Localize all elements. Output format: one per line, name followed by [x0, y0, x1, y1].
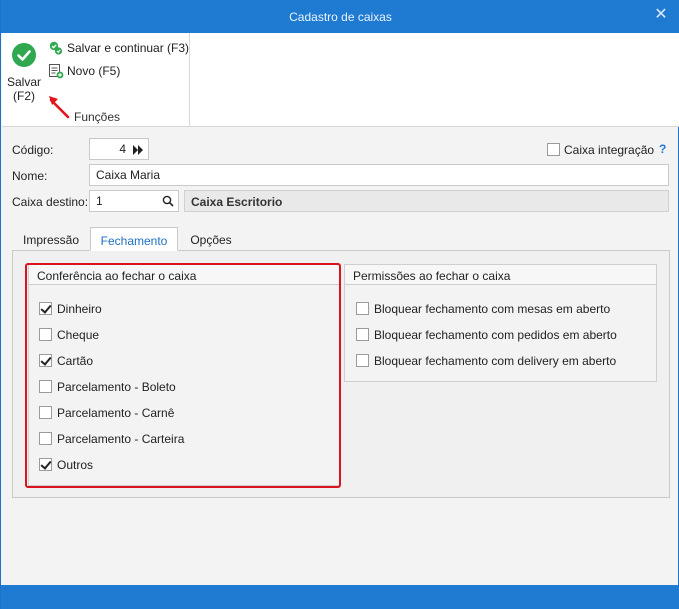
help-icon[interactable]: ?	[659, 142, 666, 156]
checkbox-parcelamento-boleto[interactable]	[39, 380, 52, 393]
codigo-input[interactable]: 4	[89, 138, 149, 160]
tab-impressao[interactable]: Impressão	[15, 227, 87, 251]
fast-forward-icon[interactable]	[133, 144, 144, 158]
new-document-icon	[48, 63, 64, 79]
tab-panel-fechamento: Conferência ao fechar o caixa Dinheiro C…	[12, 250, 670, 498]
checkbox-bloquear-delivery-label: Bloquear fechamento com delivery em aber…	[374, 354, 617, 368]
save-continue-button[interactable]: Salvar e continuar (F3)	[48, 39, 190, 57]
checkbox-outros-label: Outros	[57, 458, 94, 472]
conferencia-group: Conferência ao fechar o caixa Dinheiro C…	[28, 264, 340, 486]
checkbox-parcelamento-carne-label: Parcelamento - Carnê	[57, 406, 175, 420]
caixa-destino-input[interactable]: 1	[89, 190, 179, 212]
ribbon: Salvar (F2) Salvar e continuar (F3) Novo…	[2, 33, 679, 127]
checkbox-cartao-label: Cartão	[57, 354, 94, 368]
checkbox-dinheiro-label: Dinheiro	[57, 302, 102, 316]
window-title: Cadastro de caixas	[289, 10, 392, 24]
ribbon-group-caption: Funções	[74, 110, 121, 124]
caixa-destino-value: 1	[96, 194, 103, 208]
checkbox-bloquear-pedidos-label: Bloquear fechamento com pedidos em abert…	[374, 328, 617, 342]
checkbox-parcelamento-carteira[interactable]	[39, 432, 52, 445]
permissoes-group: Permissões ao fechar o caixa Bloquear fe…	[344, 264, 657, 382]
status-bar	[1, 585, 679, 609]
checkbox-cartao[interactable]	[39, 354, 52, 367]
nome-value: Caixa Maria	[96, 168, 161, 182]
save-button[interactable]: Salvar (F2)	[4, 39, 44, 109]
save-continue-label: Salvar e continuar (F3)	[67, 41, 190, 55]
checkbox-bloquear-pedidos[interactable]	[356, 328, 369, 341]
checkbox-cheque[interactable]	[39, 328, 52, 341]
checkbox-parcelamento-boleto-label: Parcelamento - Boleto	[57, 380, 176, 394]
checkbox-dinheiro[interactable]	[39, 302, 52, 315]
nome-label: Nome:	[12, 169, 48, 183]
checkbox-parcelamento-carne[interactable]	[39, 406, 52, 419]
tab-fechamento[interactable]: Fechamento	[90, 227, 178, 251]
caixa-integracao-label: Caixa integração	[564, 143, 655, 157]
ribbon-group-funcoes: Salvar (F2) Salvar e continuar (F3) Novo…	[2, 33, 190, 127]
checkbox-outros[interactable]	[39, 458, 52, 471]
conferencia-title: Conferência ao fechar o caixa	[29, 265, 339, 285]
checkbox-bloquear-mesas-label: Bloquear fechamento com mesas em aberto	[374, 302, 611, 316]
save-button-label: Salvar (F2)	[6, 75, 41, 103]
checkbox-bloquear-delivery[interactable]	[356, 354, 369, 367]
close-icon[interactable]: ✕	[653, 7, 669, 23]
checkbox-cheque-label: Cheque	[57, 328, 100, 342]
save-continue-icon	[48, 40, 64, 56]
search-icon[interactable]	[162, 195, 174, 210]
annotation-arrow	[49, 96, 70, 119]
title-bar: Cadastro de caixas ✕	[1, 0, 679, 33]
new-button[interactable]: Novo (F5)	[48, 62, 128, 80]
caixa-destino-description: Caixa Escritorio	[184, 190, 669, 212]
codigo-label: Código:	[12, 143, 54, 157]
tab-opcoes[interactable]: Opções	[181, 227, 241, 251]
new-label: Novo (F5)	[67, 64, 121, 78]
permissoes-title: Permissões ao fechar o caixa	[345, 265, 656, 285]
dialog-window: Cadastro de caixas ✕ Salvar (F2) Salvar …	[0, 0, 679, 609]
checkbox-parcelamento-carteira-label: Parcelamento - Carteira	[57, 432, 185, 446]
caixa-destino-label: Caixa destino:	[12, 195, 89, 209]
check-circle-icon	[12, 43, 36, 67]
checkbox-bloquear-mesas[interactable]	[356, 302, 369, 315]
caixa-integracao-checkbox[interactable]	[547, 143, 560, 156]
nome-input[interactable]: Caixa Maria	[89, 164, 669, 186]
codigo-value: 4	[119, 142, 126, 156]
